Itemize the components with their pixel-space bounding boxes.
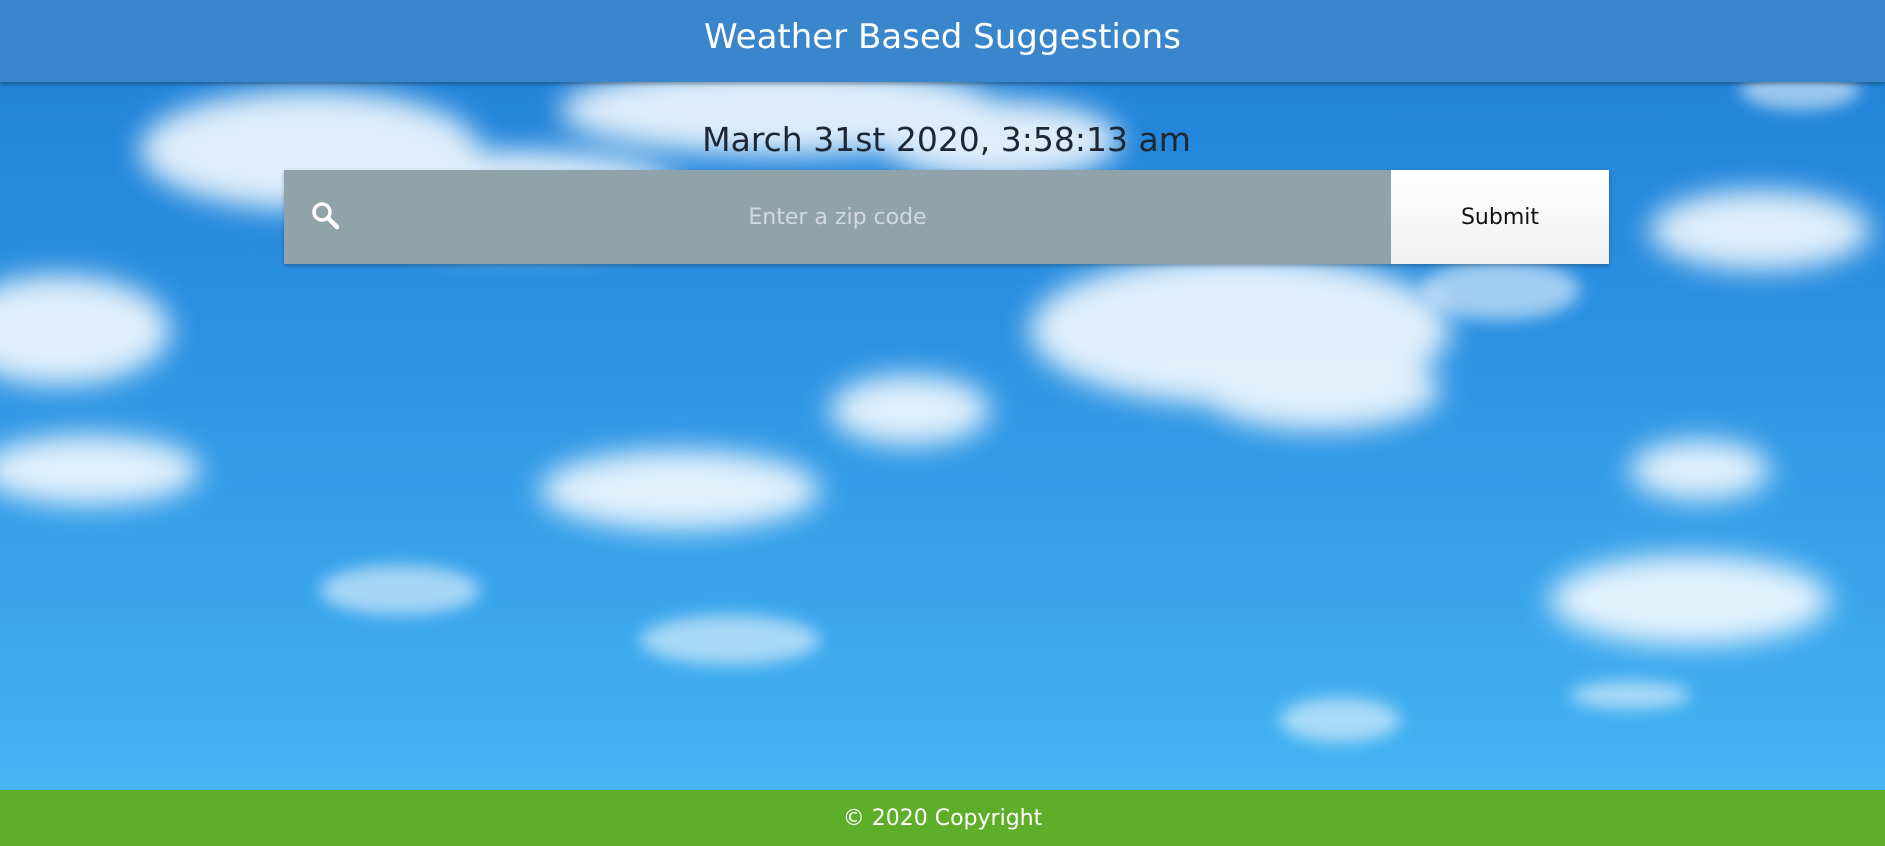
search-field [284, 170, 1391, 264]
header: Weather Based Suggestions [0, 0, 1885, 82]
datetime-display: March 31st 2020, 3:58:13 am [702, 120, 1191, 159]
footer: © 2020 Copyright [0, 790, 1885, 846]
page-title: Weather Based Suggestions [704, 17, 1181, 57]
submit-button[interactable]: Submit [1391, 170, 1609, 264]
page: Weather Based Suggestions March 31st 202… [0, 0, 1885, 846]
zip-search-form: Submit [284, 170, 1609, 264]
copyright-text: © 2020 Copyright [842, 805, 1043, 831]
search-icon [312, 202, 340, 230]
zip-code-input[interactable] [284, 170, 1391, 264]
